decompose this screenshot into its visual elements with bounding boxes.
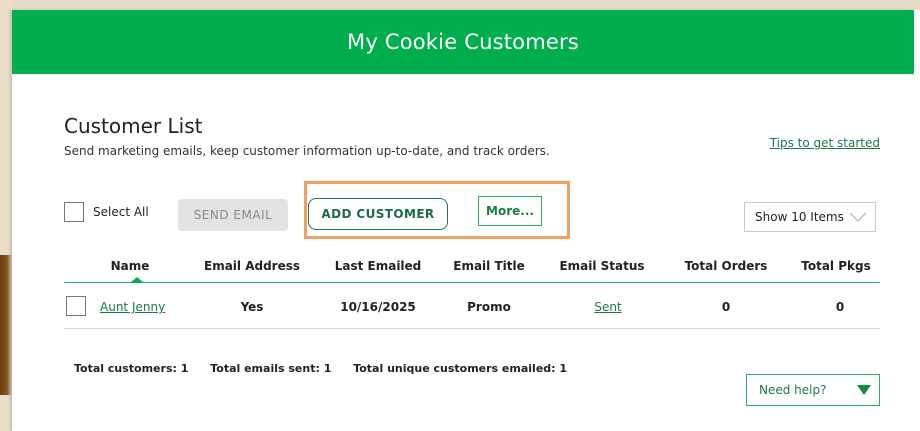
need-help-label: Need help? bbox=[759, 383, 827, 397]
page-header: My Cookie Customers bbox=[12, 10, 914, 74]
select-all-checkbox[interactable] bbox=[64, 202, 84, 222]
cell-email-address: Yes bbox=[240, 300, 264, 314]
background-decoration bbox=[0, 255, 12, 395]
add-customer-button[interactable]: ADD CUSTOMER bbox=[308, 198, 448, 230]
email-status-link[interactable]: Sent bbox=[594, 300, 621, 314]
table-row: Aunt Jenny Yes 10/16/2025 Promo Sent 0 0 bbox=[64, 284, 880, 329]
header-title: My Cookie Customers bbox=[347, 30, 579, 54]
need-help-dropdown[interactable]: Need help? bbox=[746, 374, 880, 406]
column-header-total-pkgs[interactable]: Total Pkgs bbox=[801, 259, 870, 273]
triangle-down-icon bbox=[857, 385, 871, 395]
top-strip bbox=[0, 0, 920, 10]
customer-name-link[interactable]: Aunt Jenny bbox=[100, 300, 165, 314]
show-items-select[interactable]: Show 10 Items bbox=[744, 202, 876, 232]
send-email-button[interactable]: SEND EMAIL bbox=[178, 199, 288, 231]
total-customers: Total customers: 1 bbox=[74, 362, 189, 375]
left-strip bbox=[0, 0, 12, 431]
page-title: Customer List bbox=[64, 114, 203, 138]
cell-total-orders: 0 bbox=[721, 300, 731, 314]
cell-last-emailed: 10/16/2025 bbox=[340, 300, 416, 314]
column-header-name[interactable]: Name bbox=[111, 259, 150, 273]
select-all-label: Select All bbox=[93, 205, 149, 219]
row-checkbox[interactable] bbox=[66, 296, 86, 316]
column-header-email-title[interactable]: Email Title bbox=[453, 259, 525, 273]
table-header: Name Email Address Last Emailed Email Ti… bbox=[64, 248, 880, 283]
total-emails-sent: Total emails sent: 1 bbox=[210, 362, 332, 375]
tips-link[interactable]: Tips to get started bbox=[770, 136, 880, 150]
total-unique-customers: Total unique customers emailed: 1 bbox=[353, 362, 568, 375]
column-header-total-orders[interactable]: Total Orders bbox=[685, 259, 768, 273]
more-button[interactable]: More... bbox=[478, 196, 542, 226]
page-subtitle: Send marketing emails, keep customer inf… bbox=[64, 144, 550, 158]
column-header-last-emailed[interactable]: Last Emailed bbox=[335, 259, 422, 273]
footer-stats: Total customers: 1 Total emails sent: 1 … bbox=[74, 362, 585, 375]
chevron-down-icon bbox=[849, 212, 867, 223]
column-header-email-address[interactable]: Email Address bbox=[204, 259, 300, 273]
sort-indicator-icon bbox=[130, 277, 144, 283]
column-header-email-status[interactable]: Email Status bbox=[559, 259, 644, 273]
customer-card: My Cookie Customers Customer List Send m… bbox=[12, 10, 914, 431]
select-all[interactable]: Select All bbox=[64, 202, 149, 222]
cell-email-title: Promo bbox=[467, 300, 511, 314]
cell-total-pkgs: 0 bbox=[835, 300, 845, 314]
show-items-value: Show 10 Items bbox=[755, 210, 844, 224]
